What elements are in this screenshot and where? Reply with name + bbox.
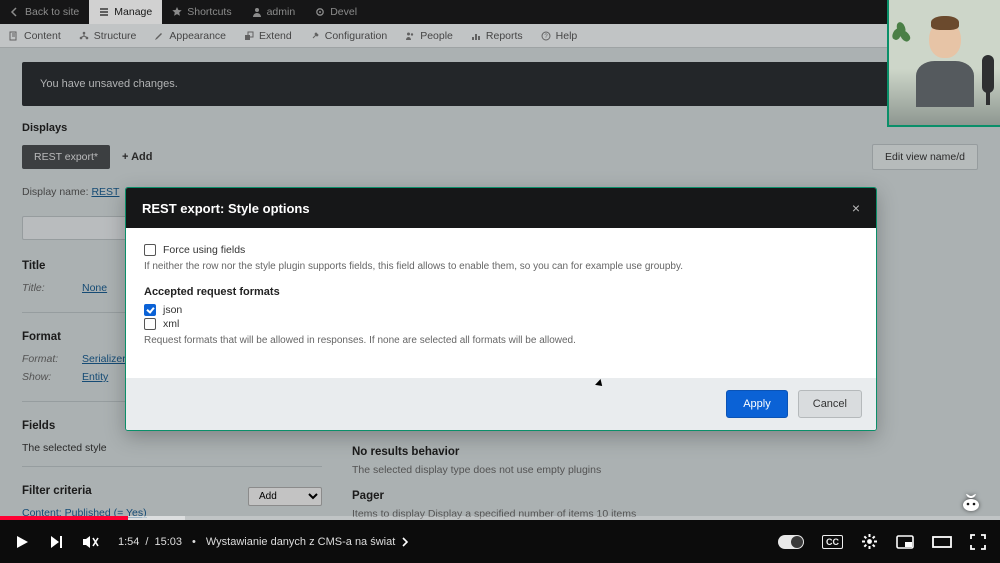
modal-title: REST export: Style options (142, 201, 310, 216)
reports-menu[interactable]: Reports (462, 24, 532, 47)
miniplayer-icon[interactable] (896, 535, 914, 549)
edit-view-name-button[interactable]: Edit view name/d (872, 144, 978, 170)
no-results-heading: No results behavior (352, 446, 978, 458)
webcam-overlay (887, 0, 1000, 127)
devel-label: Devel (330, 6, 357, 18)
manage-label: Manage (114, 6, 152, 18)
admin-user-link[interactable]: admin (242, 0, 306, 24)
fields-info-text: The selected style (22, 442, 322, 454)
video-title[interactable]: Wystawianie danych z CMS-a na świat (206, 536, 395, 548)
show-value-link[interactable]: Entity (82, 371, 108, 383)
accepted-formats-heading: Accepted request formats (144, 286, 858, 298)
format-value-link[interactable]: Serializer (82, 353, 126, 365)
cancel-button[interactable]: Cancel (798, 390, 862, 418)
back-to-site-label: Back to site (25, 6, 79, 18)
content-menu[interactable]: Content (0, 24, 70, 47)
apply-button[interactable]: Apply (726, 390, 788, 418)
xml-checkbox[interactable] (144, 318, 156, 330)
filter-add-select[interactable]: Add (248, 487, 322, 506)
no-results-text: The selected display type does not use e… (352, 464, 978, 476)
accepted-formats-help: Request formats that will be allowed in … (144, 334, 858, 348)
next-icon[interactable] (48, 534, 64, 550)
style-options-modal: REST export: Style options × Force using… (125, 187, 877, 431)
structure-menu[interactable]: Structure (70, 24, 146, 47)
displays-heading: Displays (22, 122, 978, 134)
autoplay-toggle[interactable] (778, 535, 804, 549)
play-icon[interactable] (14, 534, 30, 550)
json-checkbox[interactable] (144, 304, 156, 316)
rest-export-tab[interactable]: REST export* (22, 145, 110, 169)
force-fields-help: If neither the row nor the style plugin … (144, 260, 858, 274)
video-player-controls: 1:54 / 15:03 • Wystawianie danych z CMS-… (0, 520, 1000, 563)
add-display-button[interactable]: + Add (122, 151, 152, 163)
manage-link[interactable]: Manage (89, 0, 162, 24)
display-name-link[interactable]: REST (91, 186, 119, 198)
pager-heading: Pager (352, 490, 978, 502)
admin-menu: Content Structure Appearance Extend Conf… (0, 24, 1000, 48)
xml-label: xml (163, 318, 179, 330)
shortcuts-link[interactable]: Shortcuts (162, 0, 241, 24)
force-using-fields-checkbox[interactable] (144, 244, 156, 256)
mute-icon[interactable] (82, 534, 100, 550)
back-to-site-link[interactable]: Back to site (0, 0, 89, 24)
close-icon[interactable]: × (852, 200, 860, 216)
time-display: 1:54 / 15:03 • Wystawianie danych z CMS-… (118, 536, 409, 548)
admin-toolbar: Back to site Manage Shortcuts admin Deve… (0, 0, 1000, 24)
admin-user-label: admin (267, 6, 296, 18)
captions-button[interactable]: CC (822, 535, 843, 549)
json-label: json (163, 304, 182, 316)
fullscreen-icon[interactable] (970, 534, 986, 550)
unsaved-changes-alert: You have unsaved changes. (22, 62, 978, 106)
settings-icon[interactable] (861, 533, 878, 550)
configuration-menu[interactable]: Configuration (301, 24, 396, 47)
shortcuts-label: Shortcuts (187, 6, 231, 18)
theater-icon[interactable] (932, 535, 952, 549)
filter-section-heading: Filter criteria (22, 485, 92, 497)
appearance-menu[interactable]: Appearance (145, 24, 235, 47)
help-menu[interactable]: ? Help (532, 24, 587, 47)
channel-logo-icon (960, 491, 982, 513)
extend-menu[interactable]: Extend (235, 24, 301, 47)
chevron-right-icon (401, 537, 409, 547)
people-menu[interactable]: People (396, 24, 462, 47)
title-value-link[interactable]: None (82, 282, 107, 294)
cursor-icon (596, 379, 604, 388)
devel-link[interactable]: Devel (305, 0, 367, 24)
force-using-fields-label: Force using fields (163, 244, 245, 256)
